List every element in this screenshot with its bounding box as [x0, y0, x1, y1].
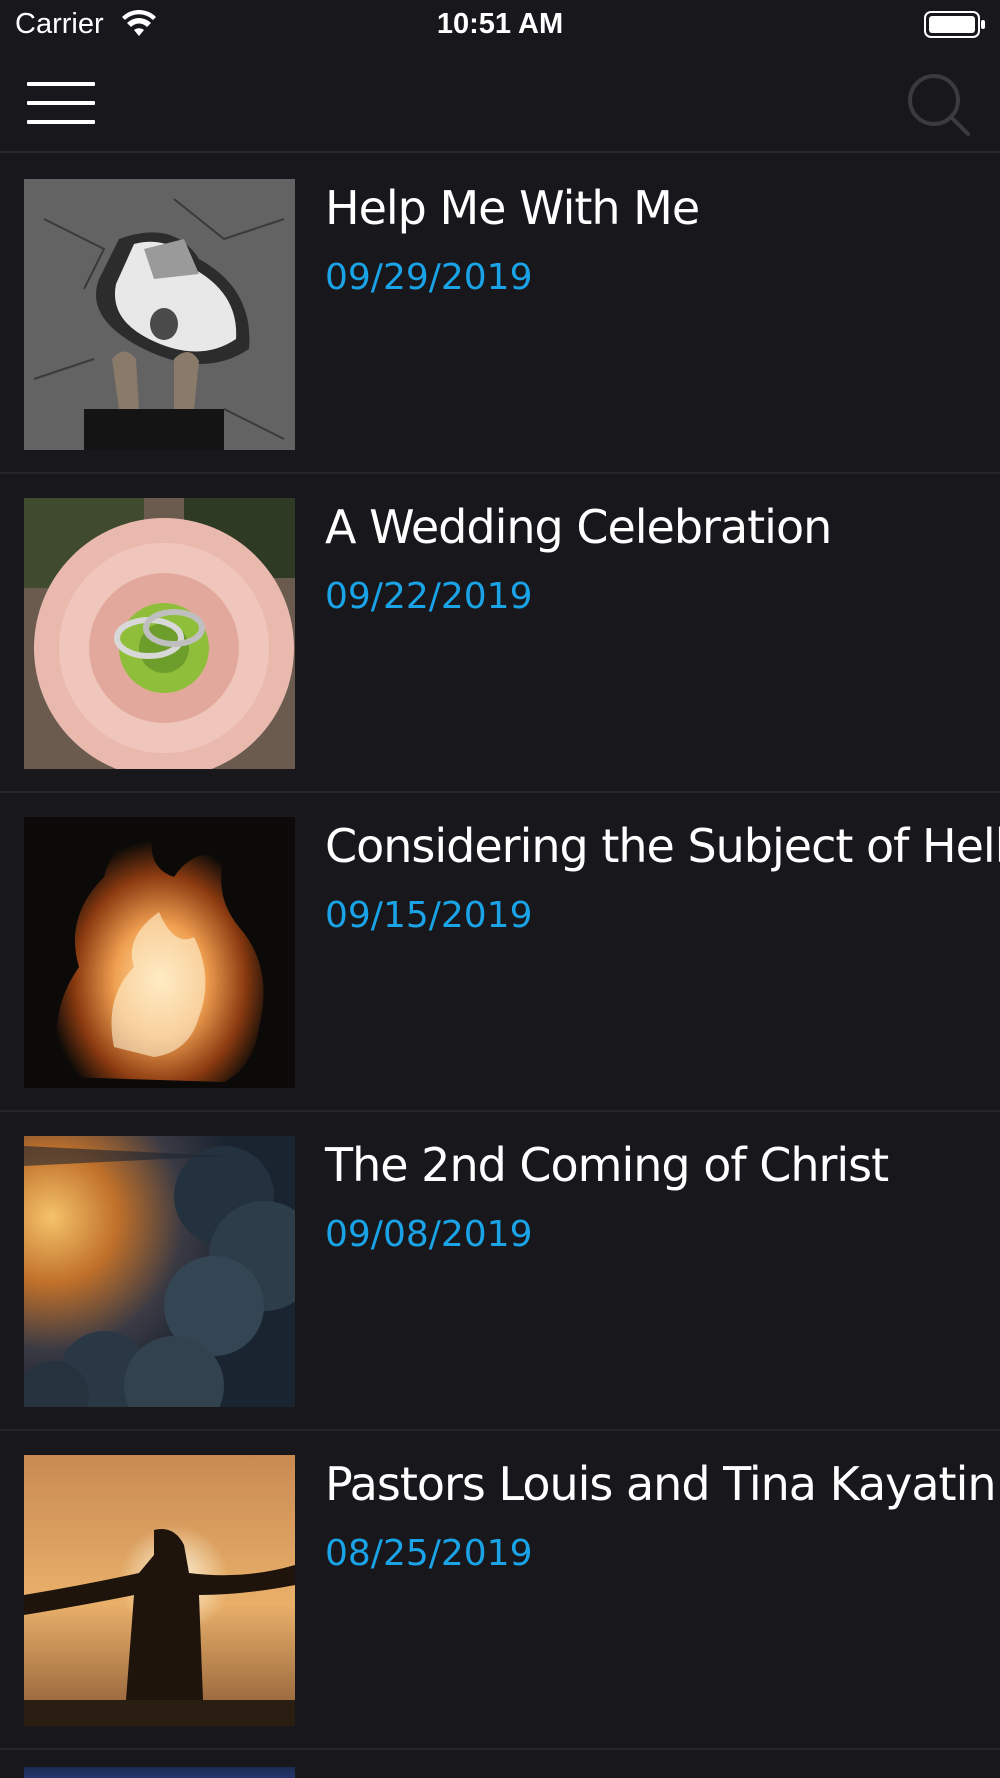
sermon-title: Help Me With Me	[325, 181, 700, 235]
sermon-thumbnail	[24, 1136, 295, 1407]
sermon-list-item[interactable]: A Wedding Celebration 09/22/2019	[0, 474, 1000, 793]
sermon-list-item[interactable]: Pastors Louis and Tina Kayatin 08/25/201…	[0, 1431, 1000, 1750]
battery-icon	[924, 11, 985, 38]
sermon-title: Considering the Subject of Hell	[325, 819, 1000, 873]
sermon-thumbnail	[24, 179, 295, 450]
sermon-date: 08/25/2019	[325, 1533, 533, 1574]
sermon-thumbnail	[24, 1767, 295, 1778]
sermon-date: 09/22/2019	[325, 576, 533, 617]
sunlit-clouds-photo	[24, 1136, 295, 1407]
sermon-title: A Wedding Celebration	[325, 500, 832, 554]
sermon-thumbnail	[24, 1455, 295, 1726]
sermon-list-item[interactable]: Help Me With Me 09/29/2019	[0, 155, 1000, 474]
sermon-thumbnail	[24, 817, 295, 1088]
sermon-title: The 2nd Coming of Christ	[325, 1138, 889, 1192]
menu-button[interactable]	[24, 78, 98, 128]
sermon-date: 09/29/2019	[325, 257, 533, 298]
man-sunset-silhouette-photo	[24, 1455, 295, 1726]
sermon-date: 09/15/2019	[325, 895, 533, 936]
sermon-list: Help Me With Me 09/29/2019 A Wedding Cel…	[0, 155, 1000, 1750]
sermon-list-item[interactable]: Considering the Subject of Hell 09/15/20…	[0, 793, 1000, 1112]
sermon-list-item[interactable]: The 2nd Coming of Christ 09/08/2019	[0, 1112, 1000, 1431]
sermon-thumbnail	[24, 498, 295, 769]
clock: 10:51 AM	[436, 8, 564, 40]
navigation-bar	[0, 50, 1000, 153]
sermon-date: 09/08/2019	[325, 1214, 533, 1255]
status-bar: Carrier 10:51 AM	[0, 0, 1000, 50]
fire-flames-photo	[24, 817, 295, 1088]
search-icon[interactable]	[904, 70, 974, 140]
puddle-reflection-photo	[24, 179, 295, 450]
sermon-list-item-partial[interactable]	[0, 1743, 1000, 1778]
sermon-title: Pastors Louis and Tina Kayatin	[325, 1457, 997, 1511]
wedding-rings-flower-photo	[24, 498, 295, 769]
